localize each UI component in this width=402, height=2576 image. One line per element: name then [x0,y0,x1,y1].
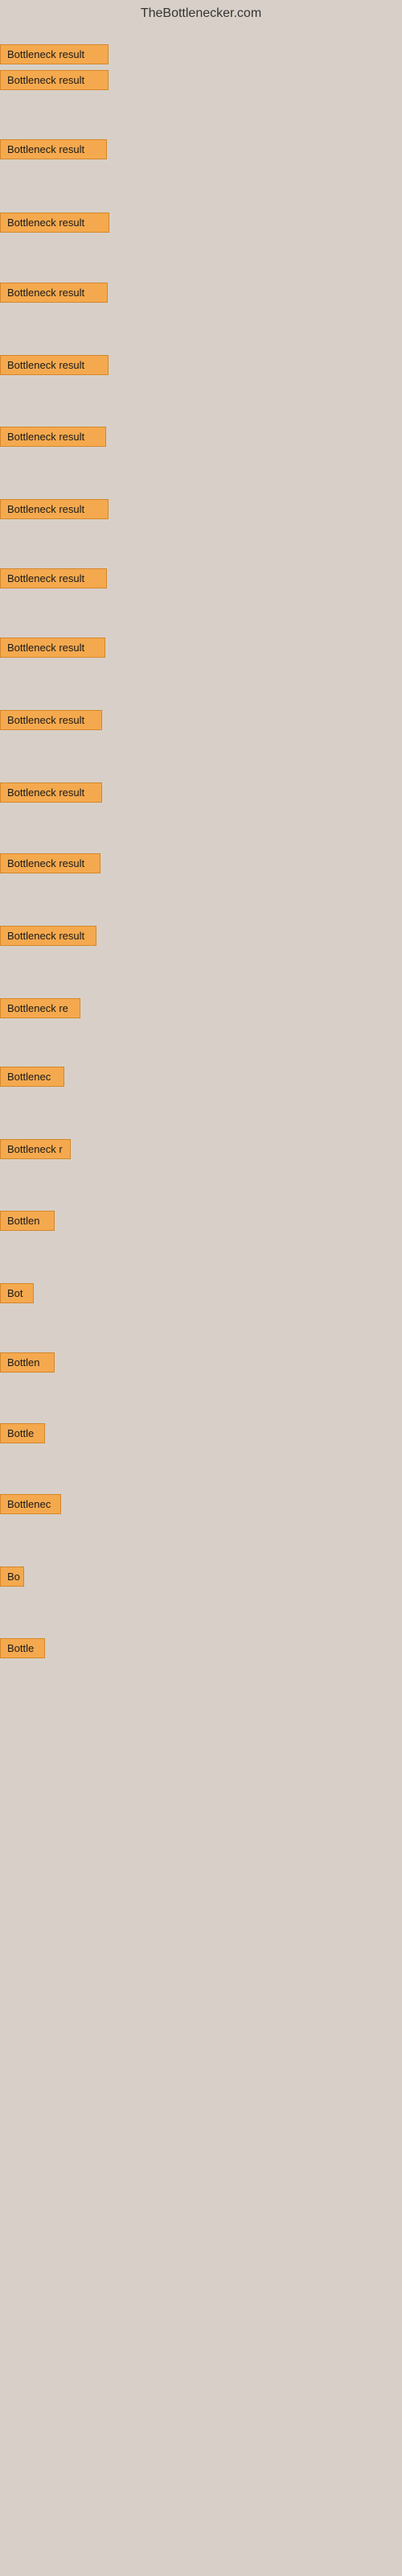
bottleneck-result-item[interactable]: Bottleneck result [0,427,106,447]
bottleneck-result-item[interactable]: Bottleneck result [0,926,96,946]
bottleneck-result-item[interactable]: Bottleneck re [0,998,80,1018]
bottleneck-result-item[interactable]: Bottlenec [0,1067,64,1087]
bottleneck-result-item[interactable]: Bottlen [0,1352,55,1373]
bottleneck-result-item[interactable]: Bottleneck result [0,568,107,588]
bottleneck-result-item[interactable]: Bottleneck result [0,283,108,303]
bottleneck-result-item[interactable]: Bottleneck result [0,710,102,730]
bottleneck-result-item[interactable]: Bo [0,1567,24,1587]
bottleneck-result-item[interactable]: Bottleneck result [0,213,109,233]
bottleneck-result-item[interactable]: Bottlen [0,1211,55,1231]
bottleneck-result-item[interactable]: Bottleneck r [0,1139,71,1159]
bottleneck-result-item[interactable]: Bottlenec [0,1494,61,1514]
bottleneck-result-item[interactable]: Bottleneck result [0,44,109,64]
bottleneck-result-item[interactable]: Bottleneck result [0,638,105,658]
bottleneck-result-item[interactable]: Bottleneck result [0,70,109,90]
site-title: TheBottlenecker.com [0,0,402,24]
bottleneck-result-item[interactable]: Bottleneck result [0,355,109,375]
bottleneck-result-item[interactable]: Bottle [0,1638,45,1658]
bottleneck-result-item[interactable]: Bottleneck result [0,782,102,803]
bottleneck-result-item[interactable]: Bot [0,1283,34,1303]
bottleneck-result-item[interactable]: Bottleneck result [0,853,100,873]
bottleneck-result-item[interactable]: Bottleneck result [0,139,107,159]
bottleneck-result-item[interactable]: Bottleneck result [0,499,109,519]
bottleneck-result-item[interactable]: Bottle [0,1423,45,1443]
